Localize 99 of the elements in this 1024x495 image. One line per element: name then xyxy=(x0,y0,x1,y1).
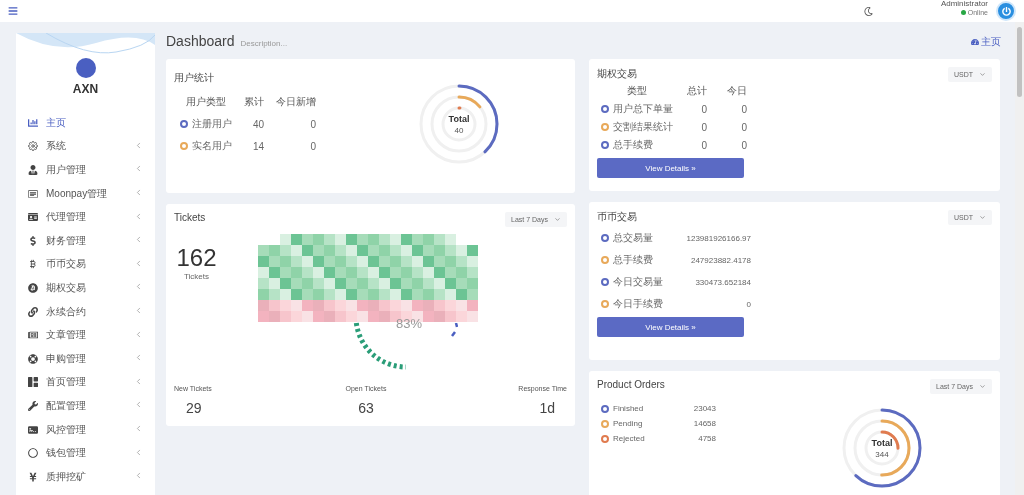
table-cell-text: 0 xyxy=(309,117,317,132)
bitcoin-icon xyxy=(27,259,38,270)
card-icon xyxy=(27,424,38,435)
card-title: Product Orders xyxy=(597,379,665,390)
newspaper-icon xyxy=(27,330,38,341)
user-name: Administrator xyxy=(940,0,988,9)
stat-value: 1d xyxy=(539,400,555,416)
grid-icon xyxy=(27,377,38,388)
ticket-total-label: Tickets xyxy=(183,272,209,281)
dashboard-icon xyxy=(971,38,979,46)
menu-icon[interactable] xyxy=(8,6,18,16)
table-cell-text: 0 xyxy=(309,139,317,154)
table-cell-text: 40 xyxy=(251,117,265,132)
view-details-button[interactable]: View Details » xyxy=(597,158,744,178)
sidebar-item[interactable]: 永续合约 xyxy=(16,299,155,324)
sidebar-item[interactable]: 主页 xyxy=(16,111,155,135)
table-cell-text: 0 xyxy=(740,138,748,153)
stat-value: 330473.652184 xyxy=(695,277,751,287)
table-cell-text: 0 xyxy=(700,120,708,135)
card-icon xyxy=(27,188,38,199)
bitcoin-coin-icon xyxy=(27,282,38,293)
table-cell: 实名用户 xyxy=(174,135,238,157)
sidebar-item[interactable]: 系统 xyxy=(16,134,155,159)
ring-label: Total xyxy=(448,113,470,124)
wrench-icon xyxy=(27,400,38,411)
logo-icon xyxy=(75,58,96,78)
sidebar-item[interactable]: 风控管理 xyxy=(16,417,155,442)
link-icon xyxy=(27,306,38,317)
table-cell-text: 0 xyxy=(740,120,748,135)
stat-value: 123981926166.97 xyxy=(686,233,751,243)
table-cell-text: 0 xyxy=(740,102,748,117)
table-cell-text: 0 xyxy=(700,138,708,153)
dollar-icon xyxy=(27,235,38,246)
table-cell: 交割结果统计 xyxy=(597,118,677,136)
scroll-bar[interactable] xyxy=(1015,22,1024,495)
moon-icon[interactable] xyxy=(863,6,873,16)
page-title: Dashboard xyxy=(166,33,235,49)
stat-label: 今日手续费 xyxy=(613,297,663,311)
order-status: Pending xyxy=(613,419,643,428)
column-header: 今日新增 xyxy=(275,95,317,109)
yen-icon xyxy=(27,471,38,482)
column-header: 今日 xyxy=(726,84,748,98)
column-header: 用户类型 xyxy=(185,95,227,109)
bar-chart-icon xyxy=(27,117,38,128)
lifebuoy-icon xyxy=(27,353,38,364)
gear-icon xyxy=(27,141,38,152)
column-header: 累计 xyxy=(243,95,265,109)
sidebar-item[interactable]: 财务管理 xyxy=(16,228,155,253)
stat-value: 63 xyxy=(358,400,374,416)
column-header: 总计 xyxy=(686,84,708,98)
table-cell: 注册用户 xyxy=(174,113,238,135)
order-count: 4758 xyxy=(698,434,716,443)
table-cell-text: 14 xyxy=(251,139,265,154)
stat-value: 0 xyxy=(746,299,751,309)
brand-name: AXN xyxy=(71,82,100,96)
card-title: 用户统计 xyxy=(174,72,214,83)
gauge-arc-drawing xyxy=(450,323,458,337)
stat-value: 247923882.4178 xyxy=(690,255,751,265)
stat-label: 总手续费 xyxy=(613,253,653,267)
sidebar-item[interactable]: 质押挖矿 xyxy=(16,464,155,489)
gauge-percentage: 83% xyxy=(396,316,423,331)
stat-label: 总交易量 xyxy=(613,231,653,245)
view-details-button[interactable]: View Details » xyxy=(597,317,744,337)
table-cell-text: 0 xyxy=(700,102,708,117)
card-title: 币币交易 xyxy=(597,210,637,224)
sidebar-item[interactable]: 申购管理 xyxy=(16,346,155,371)
user-icon xyxy=(27,165,38,175)
sidebar-item[interactable]: 用户管理 xyxy=(16,158,155,182)
sidebar-item[interactable]: 文章管理 xyxy=(16,323,155,347)
sidebar-item[interactable]: 钱包管理 xyxy=(16,441,155,465)
ring-value: 40 xyxy=(454,125,464,135)
order-count: 14658 xyxy=(693,419,716,428)
ticket-total: 162 xyxy=(176,244,217,272)
sidebar-item[interactable]: 配置管理 xyxy=(16,394,155,418)
caret-icon xyxy=(554,216,561,223)
id-card-icon xyxy=(27,212,38,223)
ring-label: Total xyxy=(871,437,893,448)
breadcrumb-link[interactable]: 主页 xyxy=(971,35,1001,49)
card-title: 期权交易 xyxy=(597,67,637,81)
sidebar-item[interactable]: 首页管理 xyxy=(16,370,155,395)
card-title: Tickets xyxy=(174,212,206,223)
order-status: Rejected xyxy=(613,434,645,443)
caret-icon xyxy=(979,71,986,78)
stat-label: 今日交易量 xyxy=(613,275,663,289)
power-icon[interactable] xyxy=(996,1,1016,21)
sidebar-item[interactable]: Moonpay管理 xyxy=(16,181,155,206)
sidebar-item[interactable]: 代理管理 xyxy=(16,205,155,229)
order-count: 23043 xyxy=(693,404,716,413)
order-status: Finished xyxy=(613,404,644,413)
table-cell: 用户总下单量 xyxy=(597,100,677,118)
sidebar-item[interactable]: 币币交易 xyxy=(16,252,155,277)
caret-icon xyxy=(979,383,986,390)
ring-value: 344 xyxy=(875,449,889,459)
table-cell: 总手续费 xyxy=(597,136,677,154)
sidebar-item[interactable]: 期权交易 xyxy=(16,276,155,300)
page-description: Description... xyxy=(240,39,288,48)
stat-value: 29 xyxy=(186,400,202,416)
column-header: 类型 xyxy=(626,84,648,98)
caret-icon xyxy=(979,214,986,221)
